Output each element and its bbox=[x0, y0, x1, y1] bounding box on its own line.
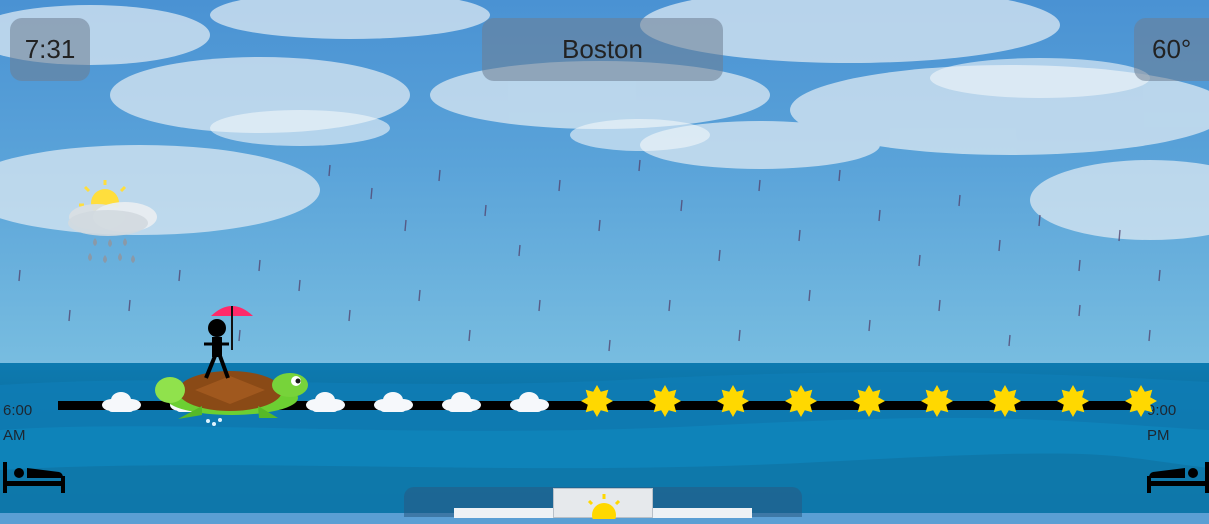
start-period: AM bbox=[3, 427, 26, 444]
sun-icon[interactable] bbox=[1053, 383, 1093, 419]
cloud-icon[interactable] bbox=[509, 383, 549, 419]
sun-icon[interactable] bbox=[849, 383, 889, 419]
bed-icon-left bbox=[3, 462, 65, 493]
bed-icon-right bbox=[1147, 462, 1209, 493]
sun-icon[interactable] bbox=[917, 383, 957, 419]
start-time: 6:00 bbox=[3, 402, 33, 419]
city-name[interactable]: Boston bbox=[482, 18, 723, 81]
sun-icon[interactable] bbox=[985, 383, 1025, 419]
end-period: PM bbox=[1147, 427, 1170, 444]
start-time-label: 6:00 AM bbox=[3, 398, 32, 448]
sun-cloud-rain-icon bbox=[68, 180, 157, 263]
cloud-icon[interactable] bbox=[441, 383, 481, 419]
sun-icon[interactable] bbox=[1121, 383, 1161, 419]
cloud-icon[interactable] bbox=[101, 383, 141, 419]
forecast-card-prev[interactable] bbox=[454, 508, 553, 518]
sun-icon[interactable] bbox=[645, 383, 685, 419]
cloud-icon[interactable] bbox=[373, 383, 413, 419]
sun-icon bbox=[587, 494, 621, 524]
sun-icon[interactable] bbox=[713, 383, 753, 419]
forecast-card-current[interactable] bbox=[553, 488, 653, 524]
sun-icon[interactable] bbox=[781, 383, 821, 419]
current-time: 7:31 bbox=[10, 18, 90, 81]
sun-icon[interactable] bbox=[577, 383, 617, 419]
person-with-umbrella-icon bbox=[204, 306, 253, 379]
forecast-card-next[interactable] bbox=[653, 508, 752, 518]
temperature: 60° bbox=[1134, 18, 1209, 81]
